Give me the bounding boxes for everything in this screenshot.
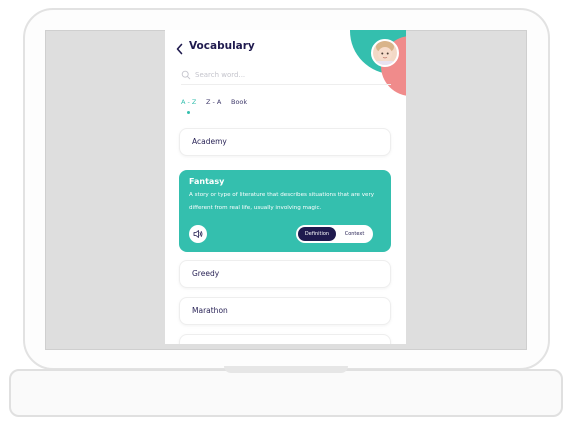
search-input[interactable]: [195, 68, 385, 82]
word-item-partial[interactable]: [179, 334, 391, 344]
word-item-greedy[interactable]: Greedy: [179, 260, 391, 288]
search-icon: [181, 70, 191, 80]
vocabulary-app: Vocabulary A - Z Z - A Book Academy Fant…: [165, 30, 406, 344]
toggle-context[interactable]: Context: [338, 227, 371, 241]
word-label: Fantasy: [189, 177, 225, 186]
speaker-icon: [193, 230, 203, 238]
tab-z-a[interactable]: Z - A: [206, 98, 221, 106]
back-arrow-icon: [176, 43, 183, 55]
tab-book[interactable]: Book: [231, 98, 247, 106]
word-label: Academy: [192, 137, 227, 146]
word-item-marathon[interactable]: Marathon: [179, 297, 391, 325]
active-tab-indicator: [187, 111, 190, 114]
word-item-academy[interactable]: Academy: [179, 128, 391, 156]
back-button[interactable]: [174, 41, 186, 55]
avatar-image: [373, 41, 397, 65]
toggle-definition[interactable]: Definition: [298, 227, 336, 241]
pronounce-button[interactable]: [189, 225, 207, 243]
laptop-notch: [224, 366, 348, 373]
definition-context-toggle: Definition Context: [296, 225, 373, 243]
laptop-base: [9, 369, 563, 417]
page-title: Vocabulary: [189, 40, 255, 52]
word-label: Marathon: [192, 306, 228, 315]
tab-a-z[interactable]: A - Z: [181, 98, 196, 106]
word-label: Greedy: [192, 269, 220, 278]
avatar[interactable]: [371, 39, 399, 67]
word-definition: A story or type of literature that descr…: [189, 192, 375, 211]
search-bar: [181, 68, 391, 85]
word-item-fantasy-expanded[interactable]: Fantasy A story or type of literature th…: [179, 170, 391, 252]
